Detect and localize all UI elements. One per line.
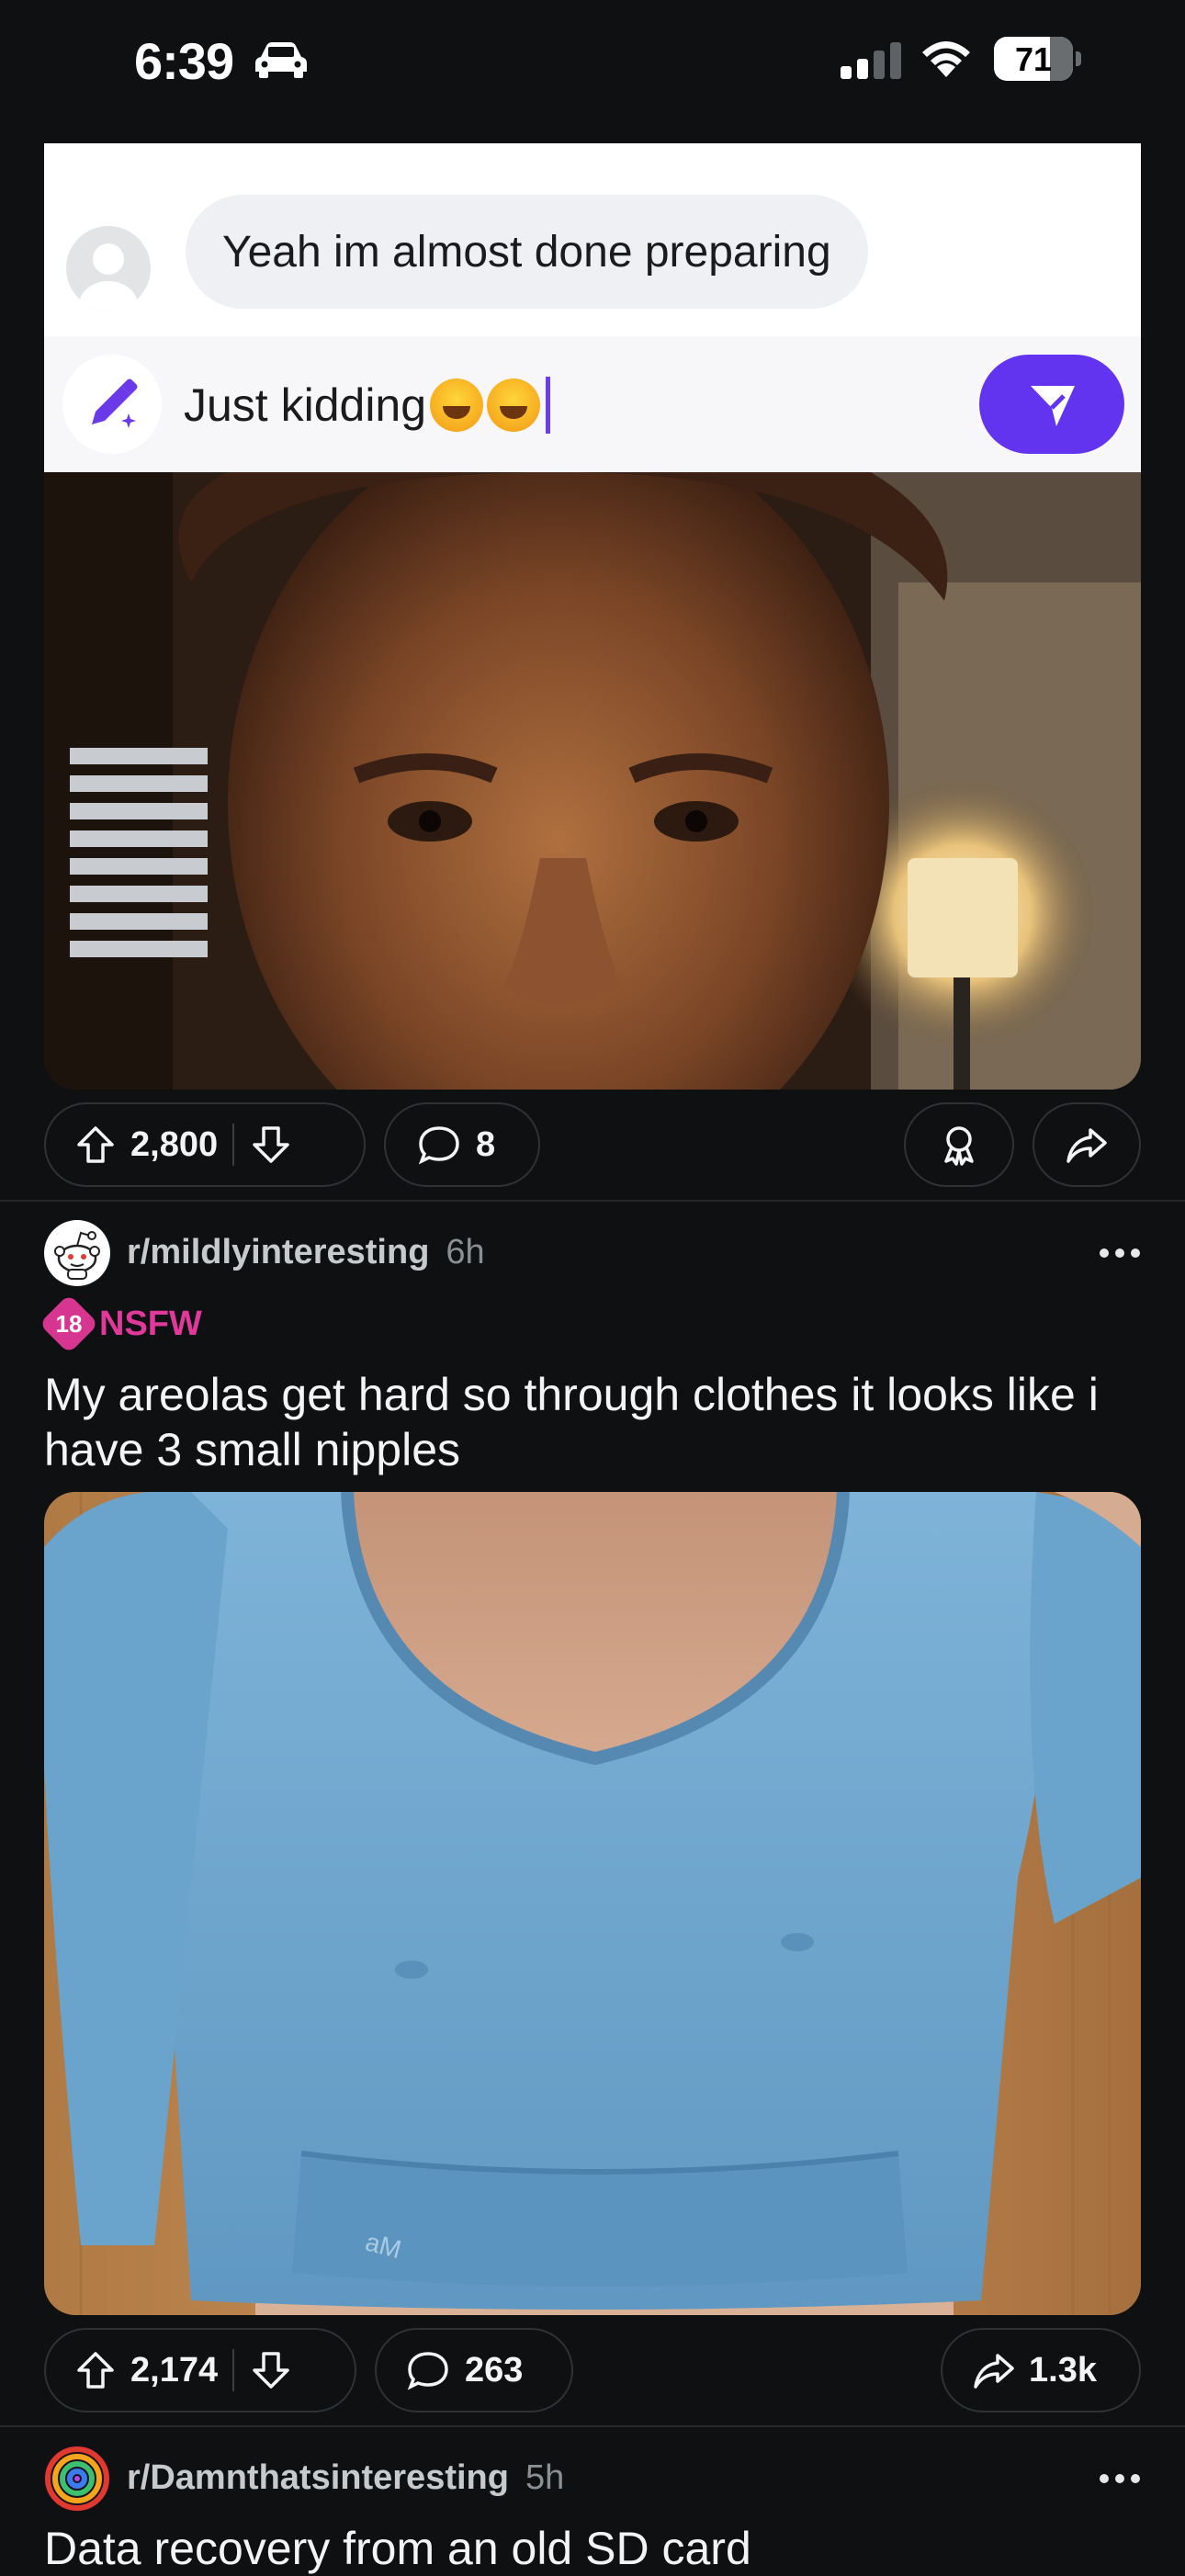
cellular-signal-icon [841,42,901,79]
rofl-emoji-icon [430,378,484,432]
overflow-menu-icon[interactable] [1097,2469,1143,2488]
share-icon [1066,1128,1107,1163]
compose-edit-button [62,355,162,454]
nsfw-badge-text: 18 [55,1309,83,1338]
battery-body: 71 [994,37,1073,81]
status-time: 6:39 [134,32,234,90]
post1-comment-count: 8 [476,1124,496,1164]
chat-send-button [979,355,1124,454]
magic-pen-icon [92,378,138,428]
rofl-emoji-icon [487,378,541,432]
downvote-icon[interactable] [249,2348,293,2392]
snoo-icon [54,1231,100,1280]
award-icon [944,1126,974,1166]
post2-comment-count: 263 [465,2350,524,2390]
post2-media[interactable]: aM [44,1492,1141,2315]
post2-header[interactable]: r/mildlyinteresting 6h [127,1233,485,1272]
post1-share-button[interactable] [1033,1102,1141,1187]
vote-separator [232,1124,235,1166]
post-age: 6h [446,1233,485,1271]
car-icon [255,42,307,78]
post2-share-count: 1.3k [1029,2350,1097,2390]
subreddit-avatar[interactable] [44,2446,110,2512]
text-caret [546,377,551,434]
chat-message-bubble: Yeah im almost done preparing [186,195,868,309]
subreddit-name[interactable]: r/Damnthatsinteresting [127,2458,509,2497]
vote-separator [232,2349,235,2391]
share-icon [974,2354,1014,2389]
upvote-icon[interactable] [73,2348,118,2392]
post-divider [0,1200,1185,1202]
upvote-icon[interactable] [73,1123,118,1167]
post1-comments-button[interactable]: 8 [384,1102,540,1187]
post-divider [0,2425,1185,2427]
post2-photo: aM [44,1492,1141,2315]
chat-compose-row: Just kidding [44,336,1141,472]
post3-header[interactable]: r/Damnthatsinteresting 5h [127,2458,564,2498]
status-bar: 6:39 71 [0,0,1185,129]
post1-award-button[interactable] [904,1102,1014,1187]
subreddit-spiral-icon [45,2446,109,2511]
post1-vote-count: 2,800 [130,1124,219,1164]
post1-photo [44,472,1141,1090]
nsfw-label: NSFW [99,1304,202,1343]
battery-nub [1076,51,1081,66]
post1-vote-group: 2,800 [44,1102,366,1187]
comment-icon [418,1126,459,1165]
compose-input-text: Just kidding [184,377,551,434]
compose-text-value: Just kidding [184,379,427,431]
post1-media[interactable]: Yeah im almost done preparing Just kiddi… [44,143,1141,1090]
post2-vote-count: 2,174 [130,2350,219,2390]
downvote-icon[interactable] [249,1123,293,1167]
battery-percent: 71 [1014,40,1053,78]
post3-title[interactable]: Data recovery from an old SD card [44,2521,1141,2576]
post2-vote-group: 2,174 [44,2328,356,2412]
default-avatar-icon [79,243,138,311]
battery-indicator: 71 [994,37,1082,81]
nsfw-badge-icon: 18 [39,1294,99,1354]
overflow-menu-icon[interactable] [1097,1244,1143,1262]
post2-share-button[interactable]: 1.3k [941,2328,1141,2412]
comment-icon [407,2352,448,2390]
chat-avatar [66,226,151,311]
chat-screenshot: Yeah im almost done preparing Just kiddi… [44,143,1141,472]
nsfw-tag: 18 NSFW [39,1294,202,1354]
post2-comments-button[interactable]: 263 [375,2328,573,2412]
post-age: 5h [525,2458,565,2497]
subreddit-avatar[interactable] [44,1220,110,1286]
post2-title[interactable]: My areolas get hard so through clothes i… [44,1367,1141,1477]
send-arrow-icon [1031,386,1075,426]
wifi-icon [922,41,970,77]
subreddit-name[interactable]: r/mildlyinteresting [127,1233,429,1271]
